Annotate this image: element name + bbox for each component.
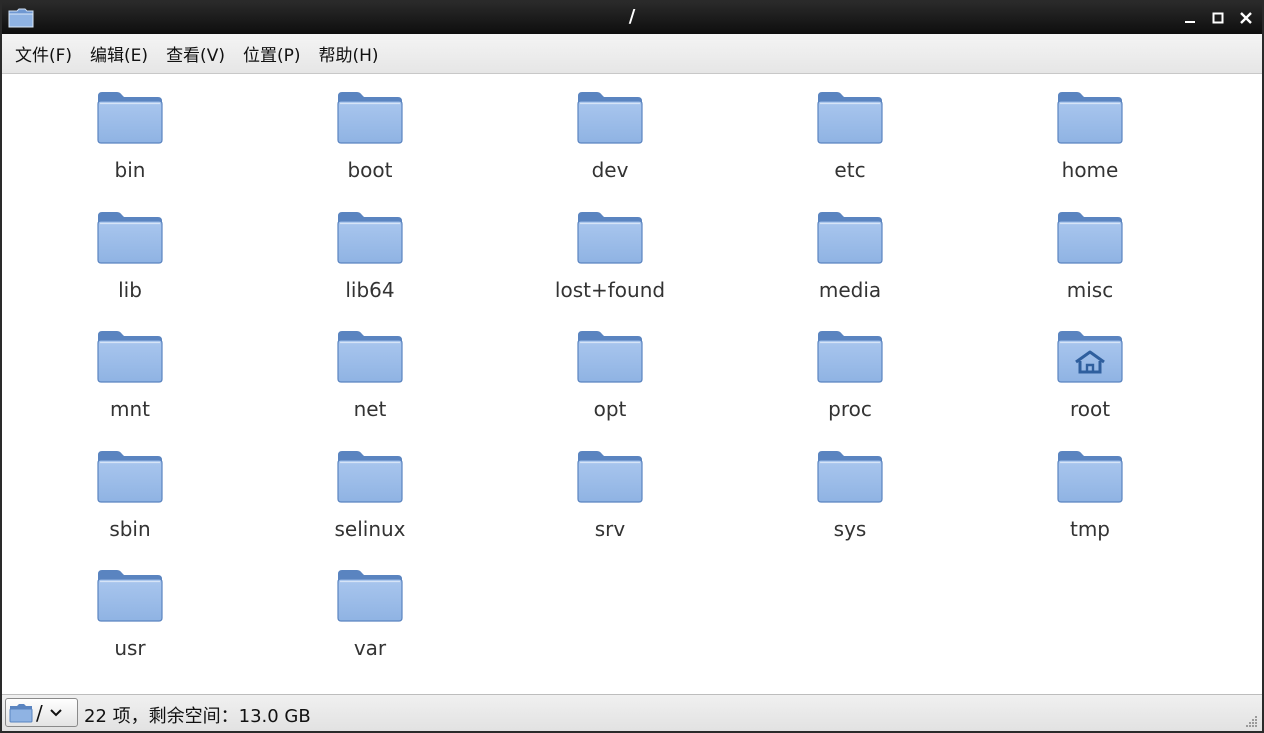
folder-item[interactable]: home xyxy=(970,88,1210,208)
folder-icon xyxy=(97,570,163,622)
file-view[interactable]: bin boot dev etc home lib lib64 lost+found media… xyxy=(2,74,1262,694)
folder-label: usr xyxy=(114,636,146,660)
folder-grid: bin boot dev etc home lib lib64 lost+found media… xyxy=(10,88,1210,686)
folder-icon xyxy=(817,331,883,383)
folder-label: sys xyxy=(833,516,867,541)
folder-icon xyxy=(97,211,163,264)
location-dropdown[interactable]: / xyxy=(5,698,78,727)
menu-view[interactable]: 查看(V) xyxy=(157,35,234,72)
window-title: / xyxy=(628,6,636,27)
folder-item[interactable]: sys xyxy=(730,447,970,567)
folder-item[interactable]: lib64 xyxy=(250,208,490,328)
home-folder-icon xyxy=(1057,331,1123,383)
minimize-icon xyxy=(1185,21,1195,23)
folder-label: bin xyxy=(114,158,146,182)
minimize-button[interactable] xyxy=(1178,6,1202,30)
folder-icon xyxy=(97,92,163,144)
folder-icon xyxy=(337,211,403,264)
folder-icon xyxy=(337,331,403,383)
folder-label: sbin xyxy=(109,516,151,541)
folder-label: etc xyxy=(834,158,866,182)
menu-places[interactable]: 位置(P) xyxy=(234,35,310,72)
file-manager-window: / 文件(F) 编辑(E) 查看(V) 位置(P) 帮助(H) bin boot… xyxy=(0,0,1264,733)
folder-icon xyxy=(97,450,163,503)
folder-icon xyxy=(337,92,403,144)
close-icon xyxy=(1240,12,1252,24)
folder-icon xyxy=(817,92,883,144)
folder-item[interactable]: etc xyxy=(730,88,970,208)
folder-label: tmp xyxy=(1069,516,1111,541)
folder-item[interactable]: net xyxy=(250,327,490,447)
folder-icon xyxy=(577,331,643,383)
folder-icon xyxy=(577,211,643,264)
folder-icon xyxy=(1057,211,1123,264)
folder-icon xyxy=(817,450,883,503)
folder-label: home xyxy=(1061,158,1119,182)
folder-icon xyxy=(1057,450,1123,503)
menu-file[interactable]: 文件(F) xyxy=(6,35,81,72)
folder-item[interactable]: boot xyxy=(250,88,490,208)
folder-item[interactable]: root xyxy=(970,327,1210,447)
title-bar[interactable]: / xyxy=(2,2,1262,34)
folder-item[interactable]: var xyxy=(250,566,490,686)
folder-item[interactable]: selinux xyxy=(250,447,490,567)
folder-icon xyxy=(337,570,403,622)
folder-label: srv xyxy=(594,516,626,541)
folder-icon xyxy=(817,211,883,264)
status-summary: 22 项，剩余空间：13.0 GB xyxy=(84,706,311,727)
folder-icon xyxy=(337,450,403,503)
folder-label: misc xyxy=(1066,277,1114,302)
folder-label: boot xyxy=(347,158,393,182)
menu-edit[interactable]: 编辑(E) xyxy=(81,35,157,72)
folder-icon xyxy=(9,703,33,722)
maximize-icon xyxy=(1212,12,1224,24)
folder-label: lib xyxy=(118,277,142,302)
maximize-button[interactable] xyxy=(1206,6,1230,30)
folder-label: lost+found xyxy=(554,277,666,302)
window-controls xyxy=(1178,6,1258,30)
folder-label: dev xyxy=(591,158,629,182)
menu-bar: 文件(F) 编辑(E) 查看(V) 位置(P) 帮助(H) xyxy=(2,34,1262,74)
folder-item[interactable]: dev xyxy=(490,88,730,208)
chevron-down-icon xyxy=(50,708,62,716)
folder-label: media xyxy=(818,277,882,302)
folder-item[interactable]: tmp xyxy=(970,447,1210,567)
folder-label: root xyxy=(1069,397,1111,421)
folder-item[interactable]: lost+found xyxy=(490,208,730,328)
folder-item[interactable]: sbin xyxy=(10,447,250,567)
folder-icon xyxy=(577,92,643,144)
folder-item[interactable]: bin xyxy=(10,88,250,208)
folder-icon xyxy=(1057,92,1123,144)
folder-label: opt xyxy=(593,397,627,421)
folder-label: selinux xyxy=(334,516,406,541)
folder-item[interactable]: media xyxy=(730,208,970,328)
status-bar: / 22 项，剩余空间：13.0 GB xyxy=(2,694,1262,731)
folder-label: lib64 xyxy=(345,277,395,302)
folder-item[interactable]: opt xyxy=(490,327,730,447)
folder-label: var xyxy=(353,636,387,660)
resize-grip-icon[interactable] xyxy=(1244,714,1258,728)
folder-item[interactable]: srv xyxy=(490,447,730,567)
close-button[interactable] xyxy=(1234,6,1258,30)
folder-item[interactable]: misc xyxy=(970,208,1210,328)
menu-help[interactable]: 帮助(H) xyxy=(310,35,388,72)
folder-icon xyxy=(97,331,163,383)
folder-label: proc xyxy=(828,397,872,421)
folder-label: mnt xyxy=(110,397,150,421)
folder-label: net xyxy=(353,397,387,421)
folder-icon xyxy=(577,450,643,503)
folder-item[interactable]: lib xyxy=(10,208,250,328)
folder-item[interactable]: proc xyxy=(730,327,970,447)
location-path: / xyxy=(36,700,43,725)
folder-item[interactable]: mnt xyxy=(10,327,250,447)
folder-item[interactable]: usr xyxy=(10,566,250,686)
